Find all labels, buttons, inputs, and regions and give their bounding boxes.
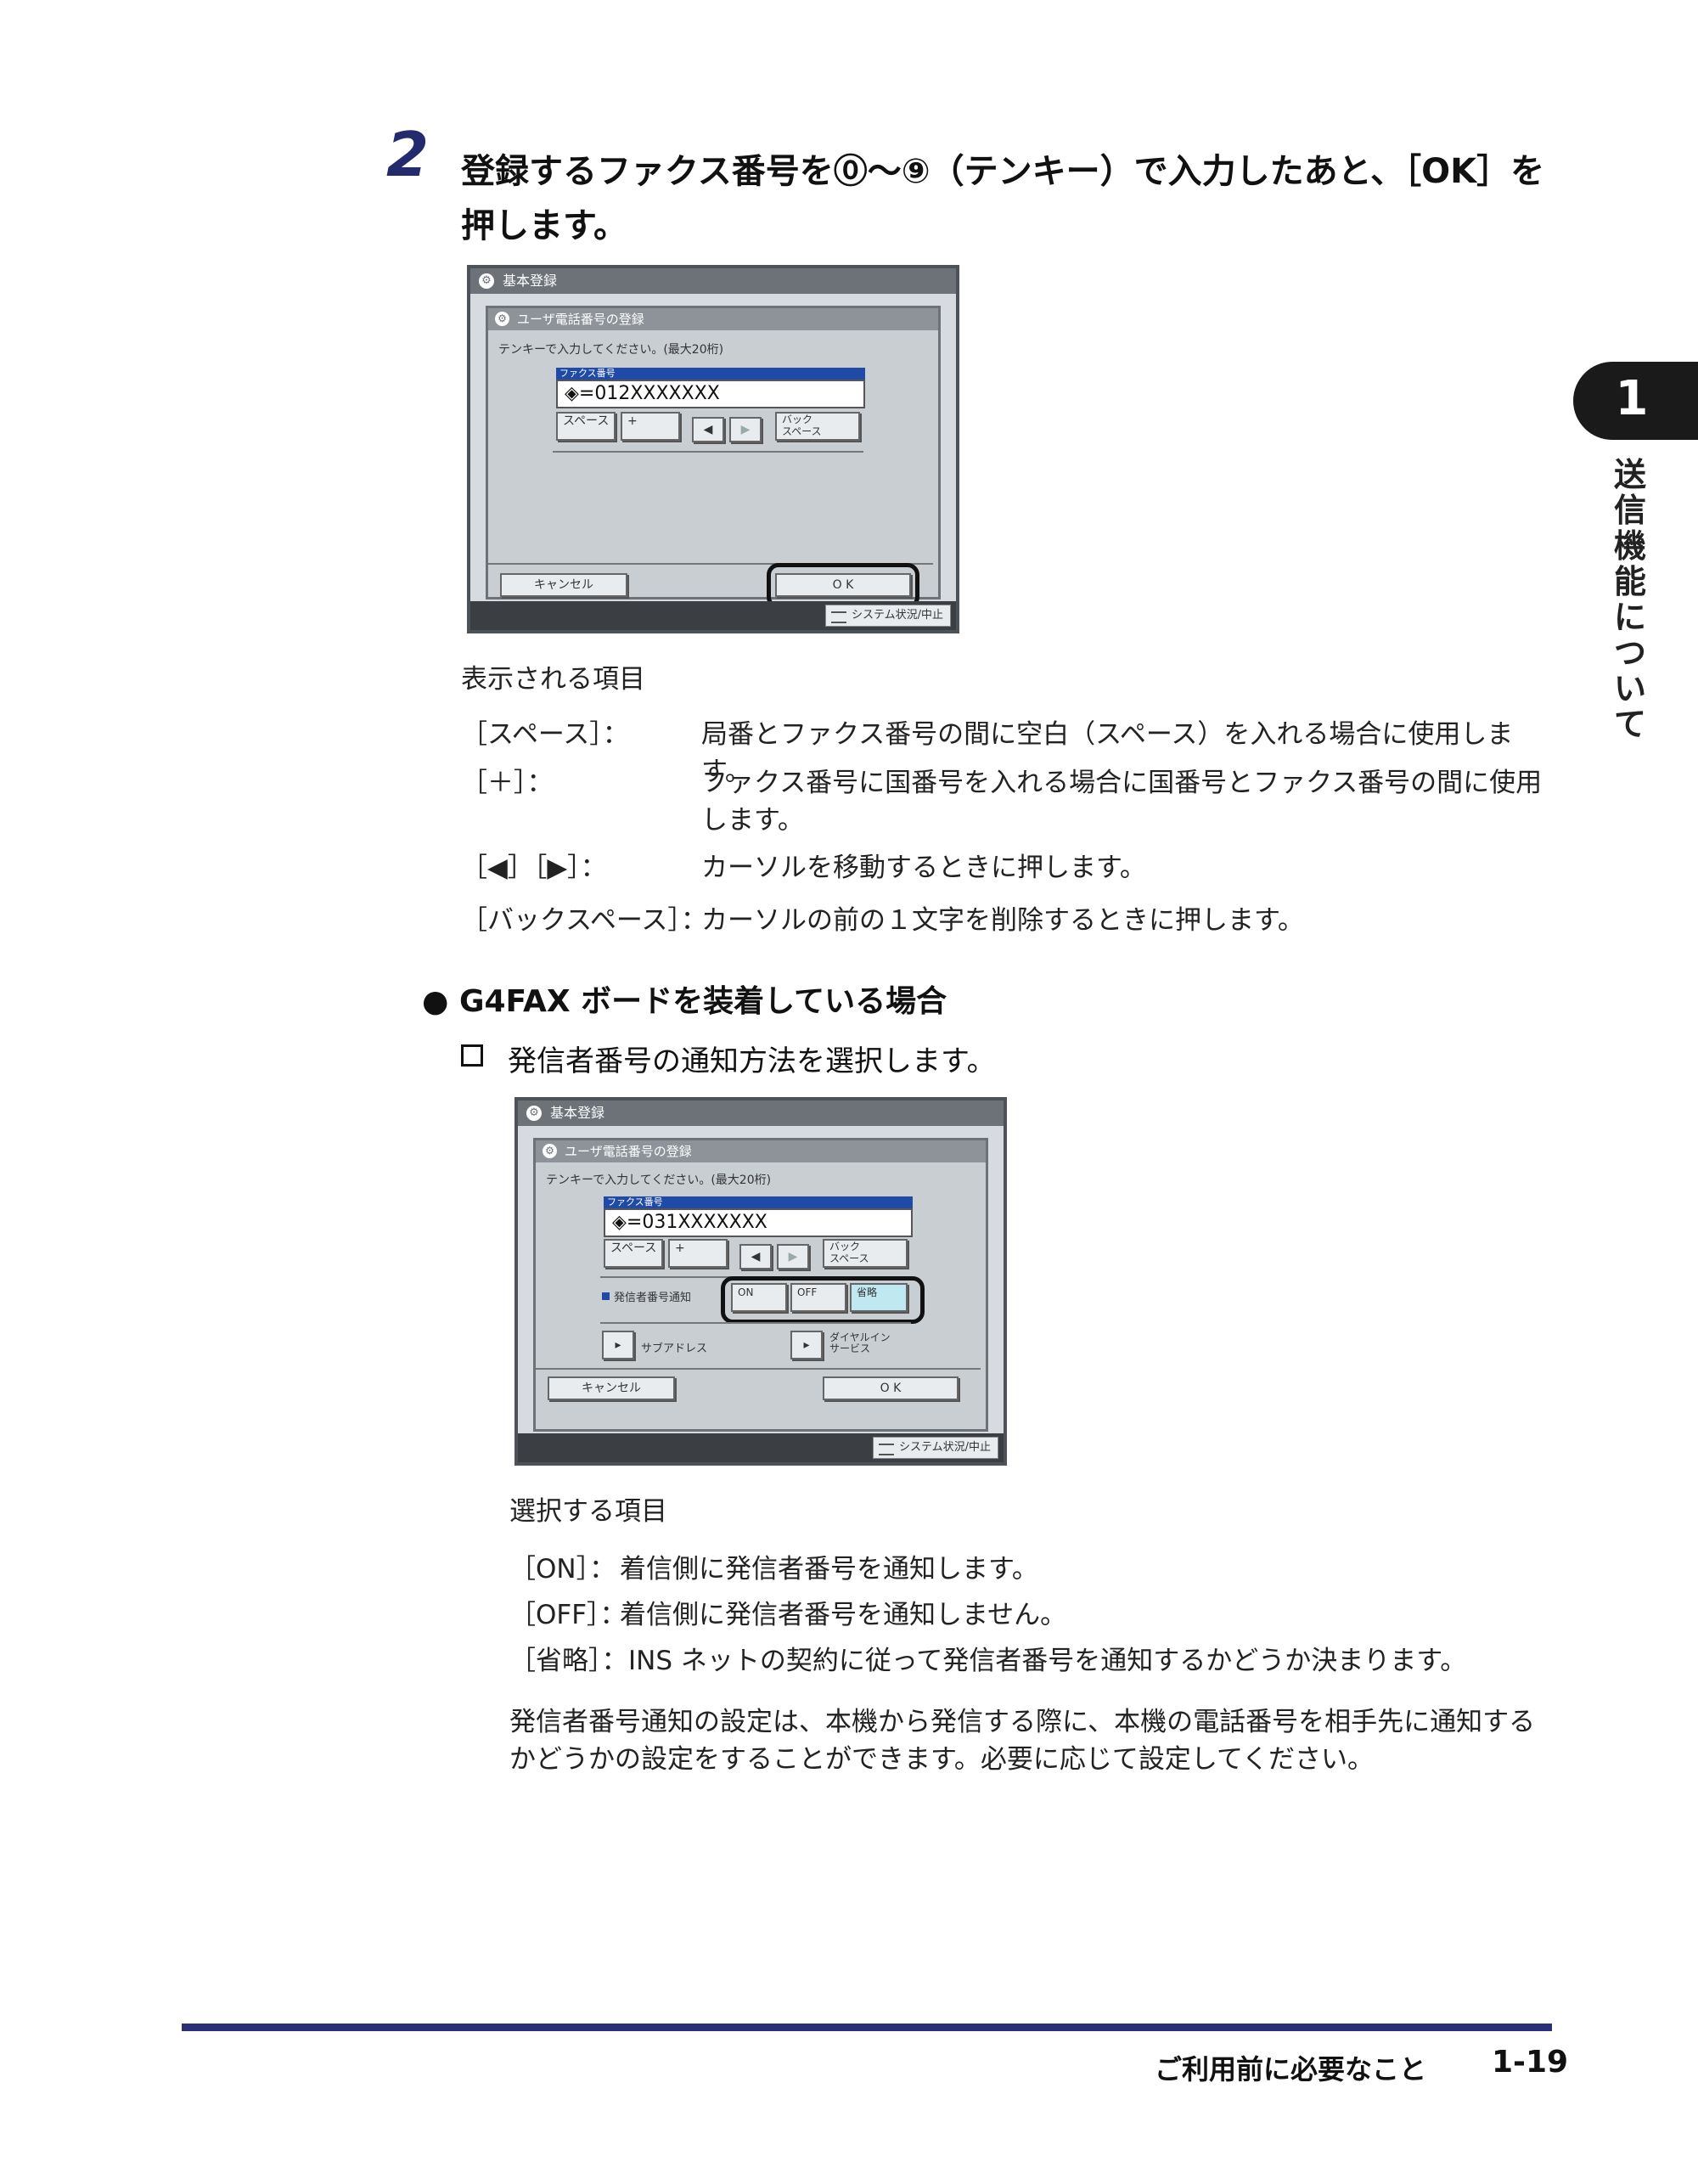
chapter-label: 送信機能について (1613, 456, 1646, 743)
checkbox-icon (461, 1044, 483, 1067)
step-title: 登録するファクス番号を⓪〜⑨（テンキー）で入力したあと、［OK］を押します。 (461, 152, 1545, 245)
screenshot-panel-2: ⚙ 基本登録 ⚙ ユーザ電話番号の登録 テンキーで入力してください。(最大20桁… (514, 1097, 1007, 1466)
item-key: ［◀］［▶］： (461, 853, 607, 883)
plus-button[interactable]: + (621, 412, 680, 441)
item-desc: カーソルの前の１文字を削除するときに押します。 (701, 905, 1304, 936)
item-key: ［省略］： (509, 1646, 628, 1676)
settings-icon: ⚙ (495, 312, 509, 326)
divider (553, 451, 863, 453)
check-heading: 発信者番号の通知方法を選択します。 (508, 1044, 996, 1078)
cancel-button[interactable]: キャンセル (500, 573, 627, 597)
item-desc: 着信側に発信者番号を通知しません。 (620, 1600, 1067, 1630)
divider (536, 1368, 981, 1370)
dialog-title: ユーザ電話番号の登録 (517, 312, 644, 327)
plus-button[interactable]: + (668, 1239, 728, 1268)
bullet-square-icon (602, 1292, 610, 1300)
cursor-right-button[interactable]: ▶ (729, 417, 762, 442)
dialog-header: ⚙ ユーザ電話番号の登録 (488, 308, 938, 330)
divider (600, 1322, 911, 1324)
items-heading: 選択する項目 (509, 1496, 667, 1527)
subaddress-label: サブアドレス (641, 1342, 708, 1355)
dialog: ⚙ ユーザ電話番号の登録 テンキーで入力してください。(最大20桁) ファクス番… (486, 306, 941, 609)
item-desc: ファクス番号に国番号を入れる場合に国番号とファクス番号の間に使用します。 (701, 768, 1543, 836)
cursor-left-button[interactable]: ◀ (739, 1244, 772, 1269)
status-bar: システム状況/中止 (470, 601, 956, 630)
dialog-title: ユーザ電話番号の登録 (565, 1144, 692, 1159)
items-heading: 表示される項目 (461, 664, 645, 695)
item-desc: INS ネットの契約に従って発信者番号を通知するかどうか決まります。 (628, 1646, 1467, 1676)
item-key: ［スペース］： (461, 719, 629, 750)
item-key: ［OFF］： (509, 1600, 627, 1630)
cancel-button[interactable]: キャンセル (548, 1376, 675, 1400)
settings-icon: ⚙ (526, 1106, 542, 1121)
subaddress-button[interactable]: ▸ (602, 1331, 634, 1359)
backspace-button[interactable]: バック スペース (823, 1239, 908, 1268)
item-desc: 着信側に発信者番号を通知します。 (620, 1554, 1038, 1585)
space-button[interactable]: スペース (556, 412, 616, 441)
status-bar: システム状況/中止 (518, 1433, 1004, 1462)
step-number: 2 (386, 119, 430, 190)
dialog-header: ⚙ ユーザ電話番号の登録 (536, 1140, 986, 1162)
item-key: ［＋］： (461, 768, 554, 798)
fax-number-field[interactable]: ◈=012XXXXXXX (556, 380, 865, 408)
item-key: ［ON］： (509, 1554, 616, 1585)
dialin-button[interactable]: ▸ (790, 1331, 823, 1359)
panel-header: ⚙ 基本登録 (470, 268, 956, 294)
dialog: ⚙ ユーザ電話番号の登録 テンキーで入力してください。(最大20桁) ファクス番… (533, 1138, 988, 1432)
fax-number-label: ファクス番号 (556, 368, 865, 380)
settings-icon: ⚙ (479, 273, 494, 289)
footer-section-title: ご利用前に必要なこと (1155, 2053, 1427, 2085)
screenshot-panel-1: ⚙ 基本登録 ⚙ ユーザ電話番号の登録 テンキーで入力してください。(最大20桁… (467, 265, 959, 633)
ok-button[interactable]: O K (823, 1376, 959, 1400)
section-heading: ● G4FAX ボードを装着している場合 (422, 984, 947, 1019)
settings-icon: ⚙ (543, 1144, 557, 1158)
input-hint: テンキーで入力してください。(最大20桁) (546, 1174, 772, 1187)
backspace-button[interactable]: バック スペース (775, 412, 860, 441)
system-status-button[interactable]: システム状況/中止 (873, 1437, 998, 1459)
fax-number-field[interactable]: ◈=031XXXXXXX (604, 1208, 913, 1237)
caller-id-highlight (721, 1276, 925, 1324)
panel-header-label: 基本登録 (503, 273, 558, 289)
panel-header: ⚙ 基本登録 (518, 1100, 1004, 1126)
item-desc: カーソルを移動するときに押します。 (701, 853, 1146, 883)
note-paragraph: 発信者番号通知の設定は、本機から発信する際に、本機の電話番号を相手先に通知するか… (509, 1707, 1536, 1775)
caller-id-label: 発信者番号通知 (614, 1292, 692, 1304)
space-button[interactable]: スペース (604, 1239, 663, 1268)
page-number: 1-19 (1492, 2045, 1569, 2080)
footer-rule (182, 2024, 1552, 2031)
fax-number-label: ファクス番号 (604, 1196, 913, 1208)
chapter-number: 1 (1615, 371, 1649, 426)
item-key: ［バックスペース］： (461, 905, 707, 936)
input-hint: テンキーで入力してください。(最大20桁) (498, 343, 724, 357)
cursor-left-button[interactable]: ◀ (692, 417, 724, 442)
panel-header-label: 基本登録 (550, 1105, 605, 1121)
system-status-button[interactable]: システム状況/中止 (825, 605, 951, 627)
cursor-right-button[interactable]: ▶ (777, 1244, 809, 1269)
dialin-label: ダイヤルイン サービス (829, 1331, 891, 1354)
